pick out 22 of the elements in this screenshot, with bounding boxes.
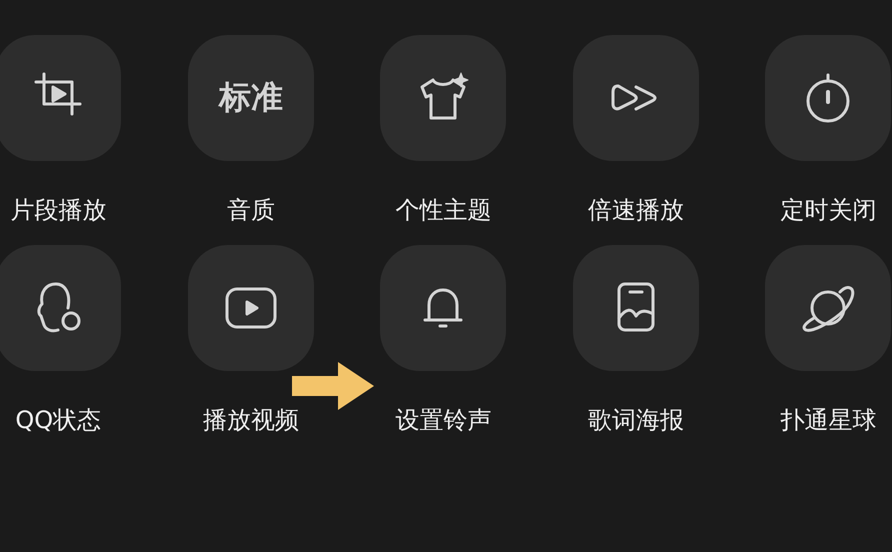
menu-tile[interactable]: [765, 35, 892, 161]
menu-label: 片段播放: [10, 195, 106, 225]
menu-label: 定时关闭: [780, 195, 876, 225]
menu-tile[interactable]: [188, 245, 314, 371]
menu-tile[interactable]: [380, 245, 506, 371]
menu-label: 扑通星球: [780, 405, 876, 435]
menu-label: QQ状态: [15, 405, 102, 435]
menu-tile[interactable]: 标准: [188, 35, 314, 161]
menu-tile[interactable]: [0, 35, 122, 161]
menu-tile[interactable]: [572, 35, 699, 161]
menu-label: 倍速播放: [588, 195, 684, 225]
menu-tile[interactable]: [380, 35, 506, 161]
arrow-icon: [292, 362, 374, 410]
menu-label: 音质: [226, 195, 275, 225]
quality-text: 标准: [218, 77, 283, 118]
menu-label: 设置铃声: [395, 405, 492, 435]
menu-label: 个性主题: [395, 195, 492, 225]
menu-tile[interactable]: [765, 245, 892, 371]
menu-tile[interactable]: [572, 245, 699, 371]
menu-label: 播放视频: [202, 405, 299, 435]
menu-tile[interactable]: [0, 245, 122, 371]
menu-label: 歌词海报: [588, 405, 684, 435]
